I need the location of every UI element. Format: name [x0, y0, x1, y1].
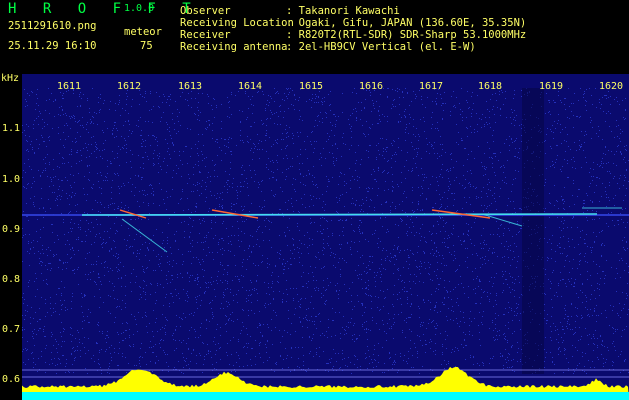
info-key-observer: Observer [180, 5, 231, 17]
x-tick-label: 1620 [598, 81, 624, 92]
info-value-receiver: : R820T2(RTL-SDR) SDR-Sharp 53.1000MHz [286, 29, 527, 41]
y-axis-unit: kHz [1, 73, 20, 84]
y-axis-panel: kHz 1.1 1.0 0.9 0.8 0.7 0.6 [0, 74, 22, 400]
x-tick-label: 1616 [358, 81, 384, 92]
info-key-antenna: Receiving antenna [180, 41, 288, 53]
meteor-count: 75 [140, 40, 153, 52]
x-tick-label: 1611 [56, 81, 82, 92]
y-tick-label: 0.8 [2, 274, 21, 285]
info-key-receiver: Receiver [180, 29, 231, 41]
y-tick-label: 1.1 [2, 123, 21, 134]
info-value-observer: : Takanori Kawachi [286, 5, 400, 17]
x-tick-label: 1617 [418, 81, 444, 92]
file-name: 2511291610.png [8, 20, 97, 32]
x-tick-label: 1613 [177, 81, 203, 92]
app-version: 1.0.0 [124, 3, 155, 14]
spectrogram-canvas [22, 74, 629, 400]
x-tick-label: 1614 [237, 81, 263, 92]
meteor-trace [81, 213, 598, 216]
y-tick-label: 0.9 [2, 224, 21, 235]
info-value-location: : Ogaki, Gifu, JAPAN (136.60E, 35.35N) [286, 17, 527, 29]
x-tick-label: 1619 [538, 81, 564, 92]
histogram-baseline [22, 392, 629, 400]
header-panel: H R O F F T 1.0.0 2511291610.png 25.11.2… [0, 0, 629, 74]
info-key-location: Receiving Location [180, 17, 294, 29]
file-datetime: 25.11.29 16:10 [8, 40, 97, 52]
meteor-label: meteor [124, 26, 162, 38]
x-tick-label: 1618 [477, 81, 503, 92]
y-tick-label: 1.0 [2, 174, 21, 185]
x-tick-label: 1612 [116, 81, 142, 92]
info-value-antenna: : 2el-HB9CV Vertical (el. E-W) [286, 41, 476, 53]
spectrogram-plot: 1611 1612 1613 1614 1615 1616 1617 1618 … [22, 74, 629, 400]
interference-band [522, 88, 544, 374]
app-title: H R O F F T [8, 1, 200, 17]
y-tick-label: 0.6 [2, 374, 21, 385]
y-tick-label: 0.7 [2, 324, 21, 335]
x-tick-label: 1615 [298, 81, 324, 92]
